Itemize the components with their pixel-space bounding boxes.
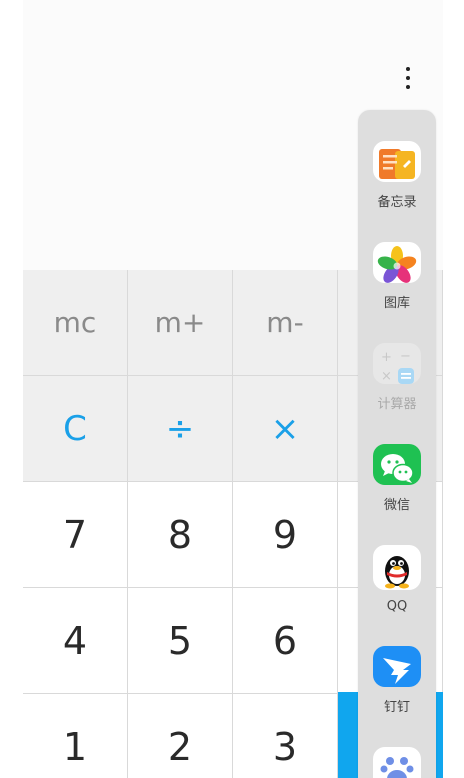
digit-4-button[interactable]: 4 — [23, 588, 128, 694]
key-label: 9 — [272, 512, 298, 557]
key-label: 6 — [272, 618, 298, 663]
key-label: 8 — [167, 512, 193, 557]
digit-7-button[interactable]: 7 — [23, 482, 128, 588]
digit-8-button[interactable]: 8 — [128, 482, 233, 588]
more-options-button[interactable] — [397, 62, 419, 94]
more-vertical-icon — [406, 67, 410, 71]
digit-2-button[interactable]: 2 — [128, 694, 233, 778]
more-vertical-icon-dot — [406, 85, 410, 89]
key-label: 4 — [62, 618, 88, 663]
key-label: m+ — [154, 306, 206, 339]
key-label: × — [270, 408, 300, 449]
app-label: 计算器 — [377, 397, 417, 412]
calculator-app-icon: + − × — [373, 343, 421, 384]
key-label: ÷ — [165, 408, 195, 449]
dock-app-baidu[interactable] — [358, 716, 436, 778]
app-label: 备忘录 — [377, 195, 417, 210]
memory-clear-button[interactable]: mc — [23, 270, 128, 376]
baidu-app-icon — [373, 747, 421, 778]
svg-text:×: × — [381, 369, 392, 384]
digit-5-button[interactable]: 5 — [128, 588, 233, 694]
qq-app-icon — [373, 545, 421, 590]
dingtalk-app-icon — [373, 646, 421, 687]
screen: mc m+ m- C ÷ × 7 8 9 4 5 6 1 2 3 备忘录 图库 … — [0, 0, 464, 778]
key-label: C — [63, 408, 87, 449]
key-label: m- — [266, 306, 304, 339]
dock-app-notes[interactable]: 备忘录 — [358, 110, 436, 210]
svg-text:+: + — [381, 350, 392, 365]
dock-app-calculator[interactable]: + − × 计算器 — [358, 312, 436, 412]
app-label: 图库 — [383, 296, 410, 311]
notes-app-icon — [373, 141, 421, 182]
app-label: 钉钉 — [383, 700, 410, 715]
multiply-button[interactable]: × — [233, 376, 338, 482]
digit-1-button[interactable]: 1 — [23, 694, 128, 778]
clear-button[interactable]: C — [23, 376, 128, 482]
key-label: 5 — [167, 618, 193, 663]
digit-3-button[interactable]: 3 — [233, 694, 338, 778]
key-label: 2 — [167, 724, 193, 769]
app-label: 微信 — [383, 498, 410, 513]
key-label: mc — [53, 306, 97, 339]
wechat-app-icon — [373, 444, 421, 485]
divide-button[interactable]: ÷ — [128, 376, 233, 482]
key-label: 3 — [272, 724, 298, 769]
dock-app-qq[interactable]: QQ — [358, 514, 436, 614]
digit-6-button[interactable]: 6 — [233, 588, 338, 694]
key-label: 7 — [62, 512, 88, 557]
more-vertical-icon-dot — [406, 76, 410, 80]
gallery-app-icon — [373, 242, 421, 283]
memory-add-button[interactable]: m+ — [128, 270, 233, 376]
memory-subtract-button[interactable]: m- — [233, 270, 338, 376]
key-label: 1 — [62, 724, 88, 769]
dock-app-wechat[interactable]: 微信 — [358, 413, 436, 513]
svg-text:−: − — [400, 349, 411, 364]
dock-app-gallery[interactable]: 图库 — [358, 211, 436, 311]
dock-app-dingtalk[interactable]: 钉钉 — [358, 615, 436, 715]
app-label: QQ — [386, 599, 408, 614]
side-app-dock: 备忘录 图库 + − × 计算器 微信 QQ 钉钉 — [358, 110, 436, 778]
digit-9-button[interactable]: 9 — [233, 482, 338, 588]
